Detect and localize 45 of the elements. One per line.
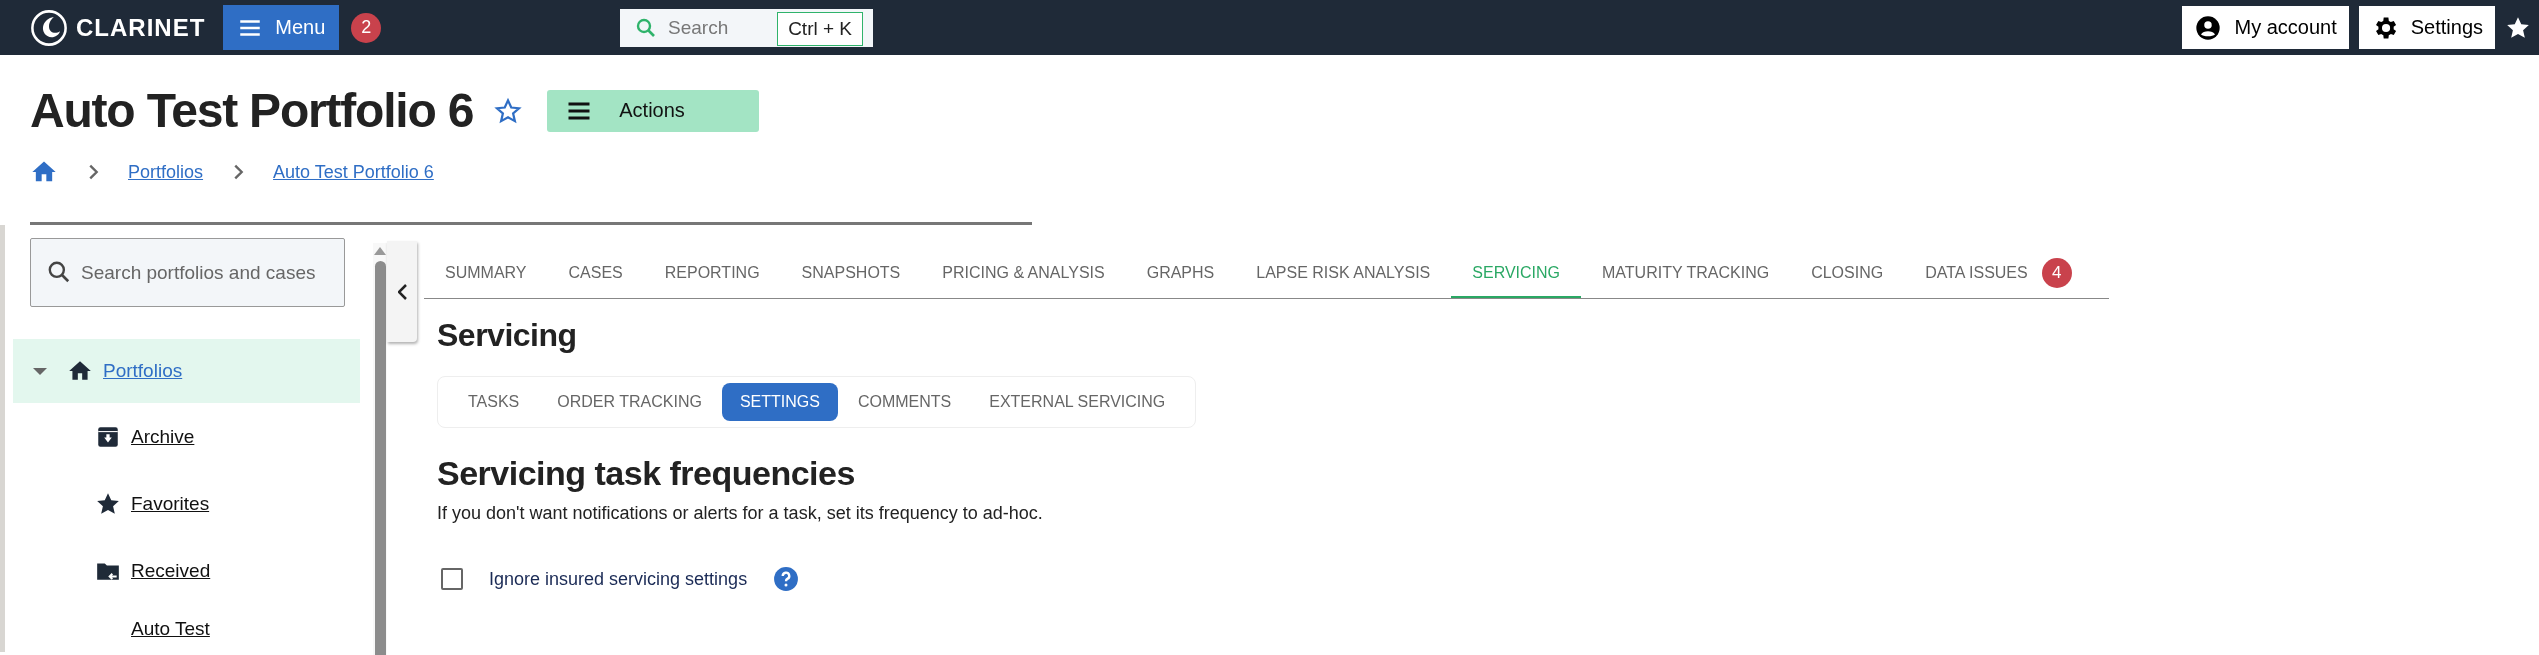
tab[interactable]: SERVICING [1451,249,1581,298]
breadcrumb-link[interactable]: Auto Test Portfolio 6 [273,161,434,183]
tree-item[interactable]: Portfolios [13,339,360,403]
notification-badge: 2 [351,12,382,43]
menu-button[interactable]: Menu [223,5,340,50]
tab[interactable]: DATA ISSUES 4 [1904,249,2093,298]
description-text: If you don't want notifications or alerts for a task, set its frequency to ad-hoc. [437,503,1044,524]
section-title: Servicing [437,317,578,354]
subtab[interactable]: TASKS [450,383,538,421]
subtab[interactable]: SETTINGS [721,383,838,421]
tree-item[interactable]: Received [13,537,368,604]
checkbox-label: Ignore insured servicing settings [489,568,748,590]
checkbox[interactable] [441,568,463,590]
subtab[interactable]: COMMENTS [839,383,970,421]
tab[interactable]: SNAPSHOTS [780,249,922,298]
scrollbar[interactable] [373,243,387,655]
settings-heading: Servicing task frequencies [437,454,856,493]
search-icon [46,259,72,285]
breadcrumb-link[interactable]: Portfolios [128,161,204,183]
actions-button[interactable]: Actions [547,89,760,132]
logo-text: CLARINET [76,13,206,42]
tab[interactable]: REPORTING [643,249,781,298]
tab[interactable]: SUMMARY [424,249,548,298]
subtab[interactable]: ORDER TRACKING [539,383,720,421]
tree-item[interactable]: Favorites [13,470,368,537]
tab[interactable]: LAPSE RISK ANALYSIS [1235,249,1452,298]
chevron-icon [397,283,407,300]
tab[interactable]: CASES [547,249,644,298]
logo-icon [30,8,68,47]
search-field[interactable]: Search portfolios and cases [30,238,345,307]
account-icon [2194,13,2223,42]
tree-item[interactable]: Archive [13,403,368,470]
caret-icon [33,367,47,375]
tab[interactable]: PRICING & ANALYSIS [921,249,1126,298]
tree-item[interactable]: Auto Test [13,604,368,652]
shortcut-hint: Ctrl + K [777,11,863,46]
tab[interactable]: CLOSING [1790,249,1905,298]
account-button[interactable]: My account [2182,6,2349,49]
subtab[interactable]: EXTERNAL SERVICING [971,383,1184,421]
count-badge: 4 [2041,257,2072,288]
settings-button[interactable]: Settings [2358,6,2495,49]
help-icon [773,566,800,592]
tab[interactable]: GRAPHS [1125,249,1236,298]
tab[interactable]: MATURITY TRACKING [1581,249,1791,298]
page-title: Auto Test Portfolio 6 [30,83,474,138]
